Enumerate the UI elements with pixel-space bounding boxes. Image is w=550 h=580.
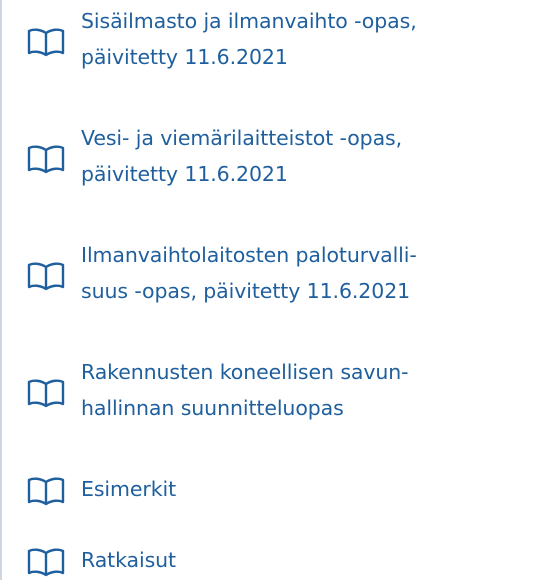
guide-link-label: Vesi- ja viemärilaitteistot -opas, päivi… [81,126,403,186]
book-icon [27,547,65,577]
guide-link-label: Ratkaisut [81,548,176,572]
guide-link-list: Sisäilmasto ja ilmanvaihto -opas, päivit… [0,0,550,580]
list-left-border [0,0,2,580]
guide-link-label: Esimerkit [81,477,177,501]
book-icon [27,27,65,57]
book-icon [27,261,65,291]
guide-link-label: Ilmanvaihtolaitosten paloturvalli- suus … [81,243,417,303]
book-icon [27,476,65,506]
guide-link-label: Sisäilmasto ja ilmanvaihto -opas, päivit… [81,9,417,69]
book-icon [27,378,65,408]
book-icon [27,144,65,174]
guide-link-label: Rakennusten koneellisen savun- hallinnan… [81,360,409,420]
